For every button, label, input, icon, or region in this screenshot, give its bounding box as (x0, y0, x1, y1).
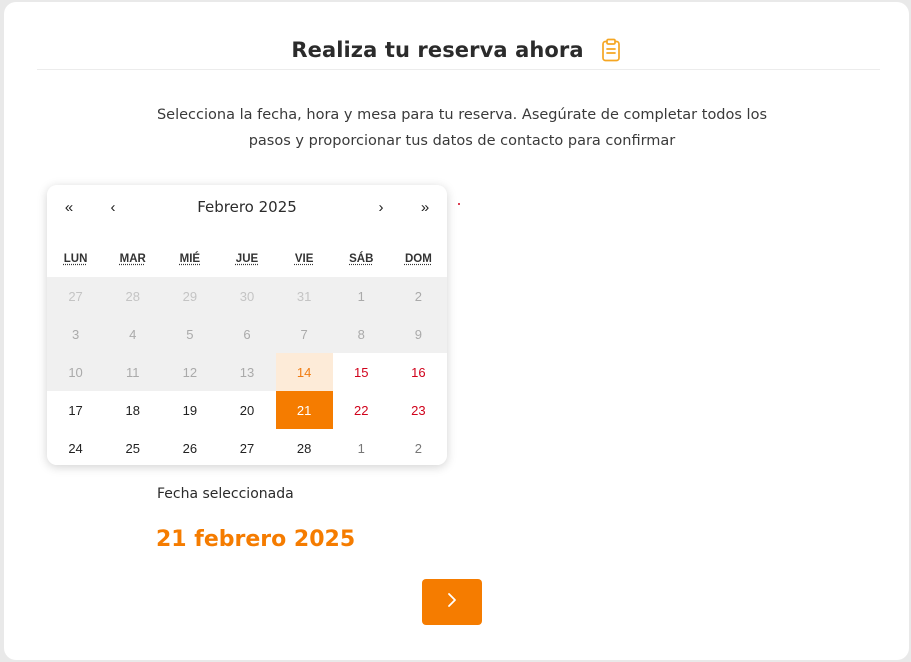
page-title: Realiza tu reserva ahora (291, 38, 584, 62)
calendar-day-selected[interactable]: 21 (275, 391, 333, 429)
calendar-day: 28 (104, 277, 162, 315)
calendar-day: 2 (389, 277, 447, 315)
calendar-day[interactable]: 1 (332, 429, 390, 465)
calendar-day[interactable]: 15 (332, 353, 390, 391)
calendar-day[interactable]: 17 (47, 391, 105, 429)
required-marker (458, 203, 460, 205)
weekday: MAR (119, 253, 146, 265)
calendar-day: 9 (389, 315, 447, 353)
weekday: JUE (235, 253, 259, 265)
next-step-button[interactable] (422, 579, 482, 625)
intro-line-2: pasos y proporcionar tus datos de contac… (248, 133, 676, 149)
calendar-day: 13 (218, 353, 276, 391)
calendar-day: 1 (332, 277, 390, 315)
calendar-day[interactable]: 25 (104, 429, 162, 465)
calendar-day[interactable]: 26 (161, 429, 219, 465)
next-month-button[interactable]: › (359, 185, 403, 229)
calendar-day: 11 (104, 353, 162, 391)
next-year-button[interactable]: » (403, 185, 447, 229)
calendar-day[interactable]: 19 (161, 391, 219, 429)
calendar-day: 7 (275, 315, 333, 353)
weekday: DOM (404, 253, 432, 265)
calendar-day[interactable]: 16 (389, 353, 447, 391)
date-picker: « ‹ Febrero 2025 › » LUN MAR MIÉ JUE VIE… (47, 185, 447, 465)
calendar-day[interactable]: 23 (389, 391, 447, 429)
chevron-right-icon (445, 592, 459, 613)
weekday: MIÉ (179, 253, 201, 265)
calendar-navigation: « ‹ Febrero 2025 › » (47, 185, 447, 229)
clipboard-icon (600, 38, 622, 62)
calendar-day: 6 (218, 315, 276, 353)
calendar-day[interactable]: 24 (47, 429, 105, 465)
month-label[interactable]: Febrero 2025 (135, 185, 359, 229)
calendar-day[interactable]: 18 (104, 391, 162, 429)
calendar-day[interactable]: 27 (218, 429, 276, 465)
weekday: LUN (63, 253, 88, 265)
prev-month-button[interactable]: ‹ (91, 185, 135, 229)
weekday: VIE (294, 253, 314, 265)
calendar-day: 3 (47, 315, 105, 353)
header-divider (37, 69, 880, 70)
calendar-day: 8 (332, 315, 390, 353)
weekday: SÁB (349, 253, 374, 265)
calendar-day[interactable]: 22 (332, 391, 390, 429)
calendar-day[interactable]: 2 (389, 429, 447, 465)
weekday-header: LUN MAR MIÉ JUE VIE SÁB DOM (47, 241, 447, 277)
calendar-day: 4 (104, 315, 162, 353)
calendar-day[interactable]: 20 (218, 391, 276, 429)
calendar-day: 5 (161, 315, 219, 353)
calendar-day: 10 (47, 353, 105, 391)
intro-text: Selecciona la fecha, hora y mesa para tu… (144, 102, 780, 154)
prev-year-button[interactable]: « (47, 185, 91, 229)
reservation-card: Realiza tu reserva ahora Selecciona la f… (4, 2, 909, 660)
calendar-day: 12 (161, 353, 219, 391)
calendar-day: 29 (161, 277, 219, 315)
calendar-day: 31 (275, 277, 333, 315)
calendar-day-today[interactable]: 14 (275, 353, 333, 391)
header: Realiza tu reserva ahora (4, 38, 909, 62)
calendar-day: 30 (218, 277, 276, 315)
selected-date-value: 21 febrero 2025 (156, 527, 356, 552)
intro-line-1: Selecciona la fecha, hora y mesa para tu… (156, 107, 768, 123)
day-grid: 27 28 29 30 31 1 2 3 4 5 6 7 8 9 10 11 1… (47, 277, 447, 465)
calendar-day[interactable]: 28 (275, 429, 333, 465)
selected-date-label: Fecha seleccionada (157, 486, 294, 502)
calendar-day: 27 (47, 277, 105, 315)
